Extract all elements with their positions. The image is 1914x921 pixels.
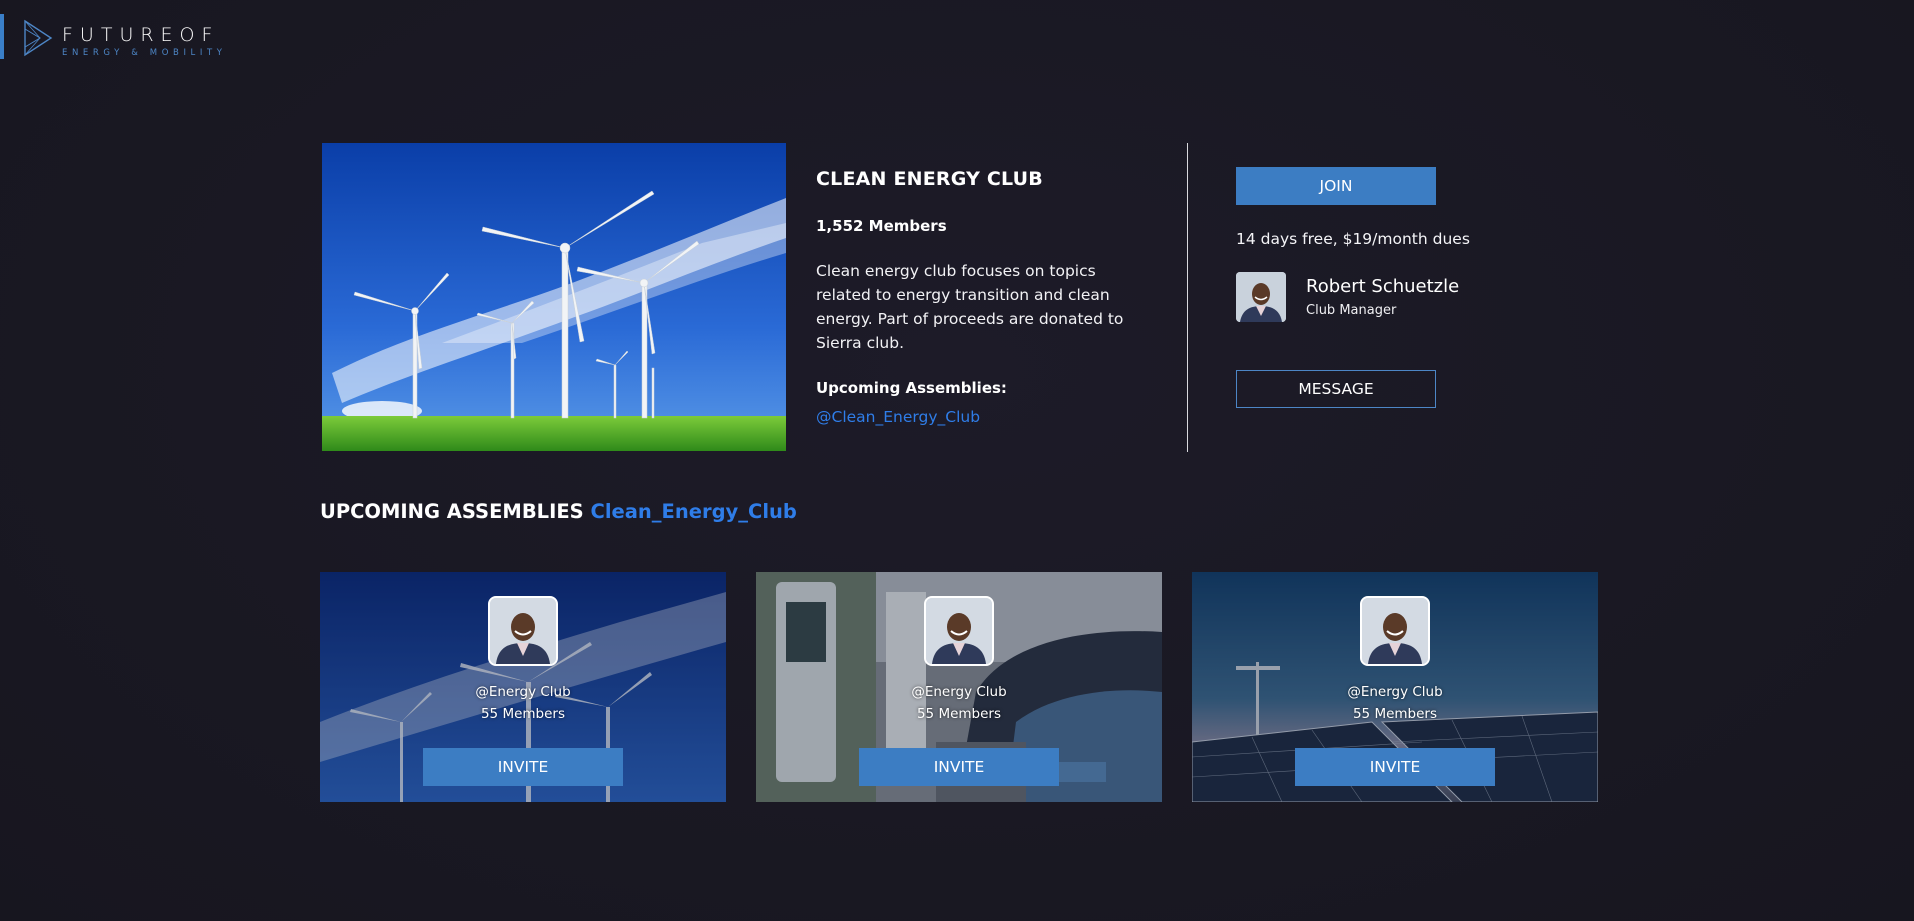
logo-triangle-icon: [24, 19, 53, 57]
club-manager: Robert Schuetzle Club Manager: [1236, 272, 1516, 322]
club-member-count: 1,552 Members: [816, 217, 947, 235]
card-avatar: [488, 596, 558, 666]
card-avatar: [1360, 596, 1430, 666]
logo-text: FUTUREOF ENERGY & MOBILITY: [62, 26, 227, 58]
join-button[interactable]: JOIN: [1236, 167, 1436, 205]
section-title-club-link[interactable]: Clean_Energy_Club: [591, 500, 797, 523]
page: FUTUREOF ENERGY & MOBILITY CLEAN ENERGY …: [0, 0, 1914, 921]
logo[interactable]: FUTUREOF ENERGY & MOBILITY: [22, 18, 227, 58]
logo-accent-bar: [0, 14, 4, 59]
assembly-card[interactable]: @Energy Club 55 Members INVITE: [1192, 572, 1598, 802]
logo-main-text: FUTUREOF: [62, 24, 220, 46]
upcoming-assemblies-label: Upcoming Assemblies:: [816, 379, 1007, 397]
club-handle-link[interactable]: @Clean_Energy_Club: [816, 408, 980, 426]
vertical-divider: [1187, 143, 1188, 452]
manager-details: Robert Schuetzle Club Manager: [1306, 276, 1459, 318]
section-title-text: UPCOMING ASSEMBLIES: [320, 500, 584, 523]
card-member-count: 55 Members: [1352, 706, 1438, 722]
card-avatar: [924, 596, 994, 666]
section-title: UPCOMING ASSEMBLIES Clean_Energy_Club: [320, 500, 797, 523]
logo-sub-text: ENERGY & MOBILITY: [62, 48, 227, 58]
card-member-count: 55 Members: [480, 706, 566, 722]
club-description: Clean energy club focuses on topics rela…: [816, 262, 1124, 352]
message-button[interactable]: MESSAGE: [1236, 370, 1436, 408]
club-actions-panel: JOIN 14 days free, $19/month dues Robert…: [1236, 167, 1516, 408]
club-title: CLEAN ENERGY CLUB: [816, 168, 1043, 190]
invite-button[interactable]: INVITE: [423, 748, 623, 786]
club-info: CLEAN ENERGY CLUB 1,552 Members Clean en…: [816, 168, 1146, 426]
manager-avatar[interactable]: [1236, 272, 1286, 322]
assembly-card[interactable]: @Energy Club 55 Members INVITE: [756, 572, 1162, 802]
invite-button[interactable]: INVITE: [1295, 748, 1495, 786]
invite-button[interactable]: INVITE: [859, 748, 1059, 786]
card-club-name: @Energy Club: [1347, 684, 1443, 700]
manager-role: Club Manager: [1306, 303, 1397, 318]
card-club-name: @Energy Club: [475, 684, 571, 700]
manager-name[interactable]: Robert Schuetzle: [1306, 276, 1459, 297]
membership-dues: 14 days free, $19/month dues: [1236, 230, 1470, 248]
card-member-count: 55 Members: [916, 706, 1002, 722]
club-hero-image: [322, 143, 786, 451]
card-club-name: @Energy Club: [911, 684, 1007, 700]
assembly-card[interactable]: @Energy Club 55 Members INVITE: [320, 572, 726, 802]
assembly-cards: @Energy Club 55 Members INVITE @Energy C…: [320, 572, 1598, 802]
